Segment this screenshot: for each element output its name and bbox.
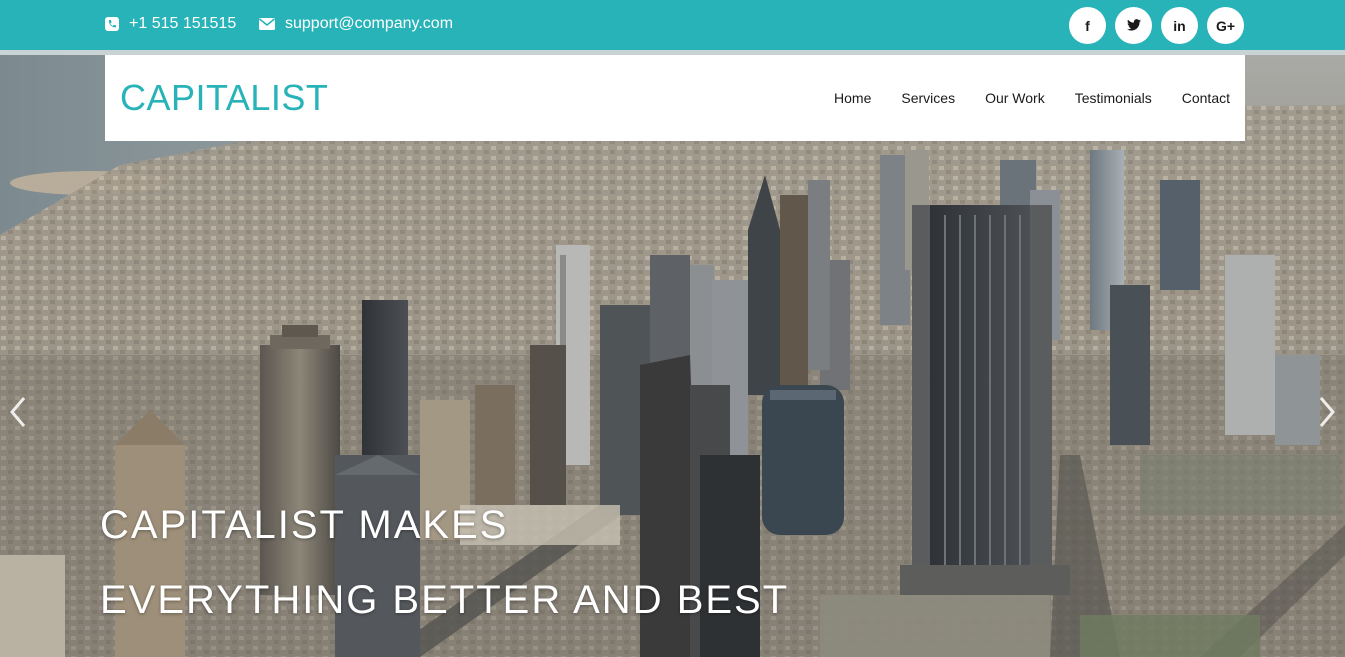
- nav-item-services[interactable]: Services: [901, 90, 955, 106]
- nav-item-contact[interactable]: Contact: [1182, 90, 1230, 106]
- main-nav: Home Services Our Work Testimonials Cont…: [834, 90, 1230, 106]
- twitter-button[interactable]: [1115, 7, 1152, 44]
- nav-item-testimonials[interactable]: Testimonials: [1075, 90, 1152, 106]
- slider-prev-button[interactable]: [6, 390, 30, 434]
- nav-item-home[interactable]: Home: [834, 90, 871, 106]
- linkedin-icon: in: [1173, 17, 1186, 34]
- facebook-icon: f: [1085, 17, 1090, 34]
- top-bar: +1 515 151515 support@company.com f in G…: [0, 0, 1345, 50]
- chevron-left-icon: [10, 397, 26, 427]
- google-plus-icon: G+: [1215, 17, 1236, 34]
- phone-icon: [105, 17, 119, 31]
- google-plus-button[interactable]: G+: [1207, 7, 1244, 44]
- social-links: f in G+: [1069, 7, 1244, 44]
- email-address: support@company.com: [285, 15, 454, 32]
- envelope-icon: [259, 18, 275, 30]
- twitter-icon: [1126, 18, 1141, 34]
- nav-item-our-work[interactable]: Our Work: [985, 90, 1045, 106]
- contact-email[interactable]: support@company.com: [259, 15, 453, 33]
- linkedin-button[interactable]: in: [1161, 7, 1198, 44]
- brand-logo[interactable]: CAPITALIST: [120, 77, 328, 119]
- main-navbar: CAPITALIST Home Services Our Work Testim…: [105, 55, 1245, 141]
- facebook-button[interactable]: f: [1069, 7, 1106, 44]
- slider-next-button[interactable]: [1315, 390, 1339, 434]
- hero-headline: CAPITALIST MAKES EVERYTHING BETTER AND B…: [100, 503, 790, 622]
- phone-number: +1 515 151515: [129, 15, 237, 32]
- contact-phone[interactable]: +1 515 151515: [105, 15, 236, 33]
- page: +1 515 151515 support@company.com f in G…: [0, 0, 1345, 657]
- chevron-right-icon: [1319, 397, 1335, 427]
